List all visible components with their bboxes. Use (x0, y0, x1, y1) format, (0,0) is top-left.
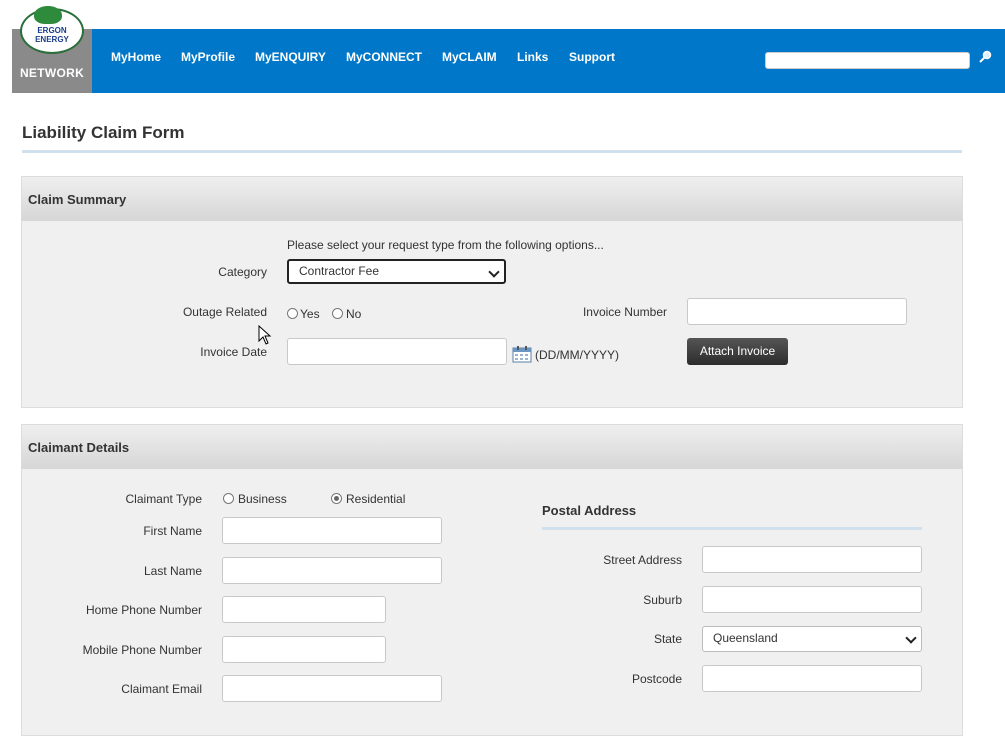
invoice-date-input[interactable] (287, 338, 507, 365)
nav-myconnect[interactable]: MyCONNECT (346, 50, 422, 64)
state-label: State (653, 632, 682, 646)
outage-yes-radio[interactable] (287, 308, 298, 319)
claimant-email-input[interactable] (222, 675, 442, 702)
outage-related-label: Outage Related (182, 305, 267, 319)
request-type-instruction: Please select your request type from the… (287, 238, 604, 252)
nav-myprofile[interactable]: MyProfile (181, 50, 235, 64)
chevron-down-icon (905, 632, 917, 644)
mobile-phone-input[interactable] (222, 636, 386, 663)
mouse-cursor-icon (258, 325, 272, 345)
claim-summary-header (22, 177, 962, 221)
title-divider (22, 150, 962, 153)
nav-myclaim[interactable]: MyCLAIM (442, 50, 497, 64)
logo-text: ERGON ENERGY (35, 26, 69, 44)
claimant-details-title: Claimant Details (28, 440, 130, 455)
state-select[interactable]: Queensland (702, 626, 922, 652)
attach-invoice-button[interactable]: Attach Invoice (687, 338, 788, 365)
suburb-label: Suburb (643, 593, 682, 607)
nav-support[interactable]: Support (569, 50, 615, 64)
nav-myenquiry[interactable]: MyENQUIRY (255, 50, 326, 64)
mobile-phone-label: Mobile Phone Number (82, 643, 202, 657)
category-label: Category (218, 265, 267, 279)
postal-address-divider (542, 527, 922, 530)
search-input[interactable] (765, 52, 970, 69)
calendar-icon[interactable] (512, 345, 532, 363)
category-select[interactable]: Contractor Fee (287, 259, 506, 284)
invoice-number-label: Invoice Number (582, 305, 667, 319)
last-name-input[interactable] (222, 557, 442, 584)
outage-no-label: No (346, 307, 362, 321)
business-label: Business (238, 492, 287, 506)
outage-no-radio[interactable] (332, 308, 343, 319)
category-value: Contractor Fee (299, 264, 380, 278)
logo-network-text: NETWORK (19, 66, 85, 80)
invoice-number-input[interactable] (687, 298, 907, 325)
first-name-input[interactable] (222, 517, 442, 544)
residential-radio[interactable] (331, 493, 342, 504)
residential-label: Residential (346, 492, 406, 506)
search-icon[interactable] (978, 50, 992, 64)
claimant-type-label: Claimant Type (125, 492, 202, 506)
home-phone-label: Home Phone Number (85, 603, 202, 617)
postcode-label: Postcode (631, 672, 682, 686)
invoice-date-label: Invoice Date (200, 345, 267, 359)
last-name-label: Last Name (143, 564, 202, 578)
first-name-label: First Name (143, 524, 202, 538)
outage-yes-label: Yes (300, 307, 320, 321)
claim-summary-title: Claim Summary (28, 192, 127, 207)
claimant-details-header (22, 425, 962, 469)
business-radio[interactable] (223, 493, 234, 504)
date-format-hint: (DD/MM/YYYY) (535, 348, 619, 362)
claimant-email-label: Claimant Email (121, 682, 202, 696)
postcode-input[interactable] (702, 665, 922, 692)
postal-address-title: Postal Address (542, 503, 637, 518)
nav-links[interactable]: Links (517, 50, 548, 64)
home-phone-input[interactable] (222, 596, 386, 623)
nav-myhome[interactable]: MyHome (111, 50, 161, 64)
page-title: Liability Claim Form (22, 123, 185, 142)
street-address-input[interactable] (702, 546, 922, 573)
state-value: Queensland (713, 631, 778, 645)
chevron-down-icon (488, 266, 500, 278)
street-address-label: Street Address (603, 553, 682, 567)
logo-swirl-icon (34, 6, 62, 24)
suburb-input[interactable] (702, 586, 922, 613)
